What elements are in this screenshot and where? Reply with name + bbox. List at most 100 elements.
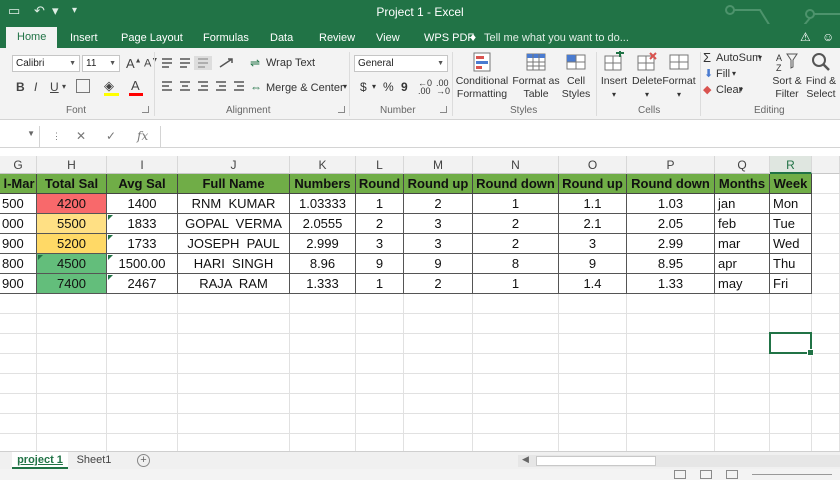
empty-cell[interactable] <box>290 374 356 394</box>
autosum-dropdown-icon[interactable]: ▾ <box>758 53 762 62</box>
empty-cell[interactable] <box>812 314 840 334</box>
empty-cell[interactable] <box>715 374 770 394</box>
table-cell[interactable]: 3 <box>404 234 473 254</box>
table-cell[interactable]: 2.99 <box>627 234 715 254</box>
table-cell[interactable]: 1733 <box>107 234 178 254</box>
format-cells-button[interactable]: Format ▾ <box>662 51 696 101</box>
table-cell[interactable]: 1.33 <box>627 274 715 294</box>
table-cell[interactable]: mar <box>715 234 770 254</box>
table-cell[interactable]: Mon <box>770 194 812 214</box>
empty-cell[interactable] <box>770 294 812 314</box>
decrease-decimal-icon[interactable]: .00 →0 <box>436 79 450 96</box>
scroll-left-icon[interactable]: ◀ <box>522 454 529 465</box>
tab-insert[interactable]: Insert <box>68 28 100 48</box>
table-cell[interactable]: RNM KUMAR <box>178 194 290 214</box>
table-header-cell[interactable]: Full Name <box>178 174 290 194</box>
number-dialog-launcher-icon[interactable] <box>440 106 447 113</box>
empty-cell[interactable] <box>715 414 770 434</box>
tab-view[interactable]: View <box>374 28 402 48</box>
empty-cell[interactable] <box>770 354 812 374</box>
empty-cell[interactable] <box>627 334 715 354</box>
empty-cell[interactable] <box>715 294 770 314</box>
fill-dropdown-icon[interactable]: ▾ <box>732 69 736 78</box>
table-cell[interactable]: 8 <box>473 254 559 274</box>
empty-cell[interactable] <box>404 314 473 334</box>
tab-formulas[interactable]: Formulas <box>201 28 251 48</box>
table-header-cell[interactable]: Round up <box>404 174 473 194</box>
table-cell[interactable]: feb <box>715 214 770 234</box>
percent-button[interactable]: % <box>383 80 394 94</box>
empty-cell[interactable] <box>0 334 37 354</box>
account-icon[interactable]: ☺ <box>822 30 834 44</box>
normal-view-icon[interactable] <box>674 470 686 479</box>
empty-cell[interactable] <box>559 394 627 414</box>
empty-cell[interactable] <box>715 394 770 414</box>
empty-cell[interactable] <box>812 374 840 394</box>
empty-cell[interactable] <box>627 354 715 374</box>
table-cell[interactable]: HARI SINGH <box>178 254 290 274</box>
empty-cell[interactable] <box>559 334 627 354</box>
empty-cell[interactable] <box>473 414 559 434</box>
empty-cell[interactable] <box>356 374 404 394</box>
cell-styles-button[interactable]: Cell Styles <box>560 51 592 101</box>
add-sheet-icon[interactable]: + <box>137 454 150 467</box>
top-align-icons[interactable] <box>160 56 246 70</box>
column-header-next[interactable] <box>812 156 840 174</box>
empty-cell[interactable] <box>404 294 473 314</box>
sheet-tab-project-1[interactable]: project 1 <box>12 452 68 469</box>
table-cell[interactable]: JOSEPH PAUL <box>178 234 290 254</box>
empty-cell[interactable] <box>0 354 37 374</box>
insert-cells-button[interactable]: Insert ▾ <box>598 51 630 101</box>
table-header-cell[interactable]: Round up <box>559 174 627 194</box>
empty-cell[interactable] <box>290 334 356 354</box>
italic-button[interactable]: I <box>34 80 37 94</box>
column-header-n[interactable]: N <box>473 156 559 174</box>
table-cell[interactable]: 1.03 <box>627 194 715 214</box>
scrollbar-thumb[interactable] <box>536 456 656 466</box>
font-dialog-launcher-icon[interactable] <box>142 106 149 113</box>
empty-cell[interactable] <box>107 414 178 434</box>
comma-button[interactable]: 9 <box>401 80 408 94</box>
table-cell[interactable]: 5200 <box>37 234 107 254</box>
empty-cell[interactable] <box>473 374 559 394</box>
empty-cell[interactable] <box>107 294 178 314</box>
cancel-icon[interactable]: ✕ <box>76 129 86 143</box>
empty-cell[interactable] <box>812 354 840 374</box>
empty-cell[interactable] <box>627 394 715 414</box>
empty-cell[interactable] <box>812 234 840 254</box>
table-cell[interactable]: 2.05 <box>627 214 715 234</box>
empty-cell[interactable] <box>812 274 840 294</box>
error-indicator-icon[interactable] <box>108 275 113 280</box>
table-cell[interactable]: 2 <box>404 274 473 294</box>
empty-cell[interactable] <box>473 314 559 334</box>
alignment-dialog-launcher-icon[interactable] <box>338 106 345 113</box>
empty-cell[interactable] <box>290 354 356 374</box>
error-indicator-icon[interactable] <box>108 255 113 260</box>
increase-decimal-icon[interactable]: ←0.00 <box>418 79 432 96</box>
empty-cell[interactable] <box>37 314 107 334</box>
empty-cell[interactable] <box>178 354 290 374</box>
table-header-cell[interactable]: Round down <box>627 174 715 194</box>
format-as-table-button[interactable]: Format as Table <box>512 51 560 101</box>
empty-cell[interactable] <box>812 294 840 314</box>
table-cell[interactable]: 8.95 <box>627 254 715 274</box>
empty-cell[interactable] <box>715 354 770 374</box>
empty-cell[interactable] <box>290 294 356 314</box>
sheet-tab-sheet1[interactable]: Sheet1 <box>72 452 116 469</box>
shrink-font-icon[interactable]: A▼ <box>144 57 158 70</box>
empty-cell[interactable] <box>770 314 812 334</box>
table-cell[interactable]: Thu <box>770 254 812 274</box>
table-cell[interactable]: 4200 <box>37 194 107 214</box>
empty-cell[interactable] <box>812 414 840 434</box>
empty-cell[interactable] <box>559 354 627 374</box>
table-cell[interactable]: 2 <box>404 194 473 214</box>
table-cell[interactable]: 1.4 <box>559 274 627 294</box>
enter-icon[interactable]: ✓ <box>106 129 116 143</box>
merge-dropdown-icon[interactable]: ▾ <box>343 82 347 91</box>
table-cell[interactable]: 1.03333 <box>290 194 356 214</box>
table-header-cell[interactable]: l-Mar <box>0 174 37 194</box>
empty-cell[interactable] <box>559 414 627 434</box>
empty-cell[interactable] <box>627 314 715 334</box>
table-header-cell[interactable]: Months <box>715 174 770 194</box>
table-cell[interactable]: GOPAL VERMA <box>178 214 290 234</box>
